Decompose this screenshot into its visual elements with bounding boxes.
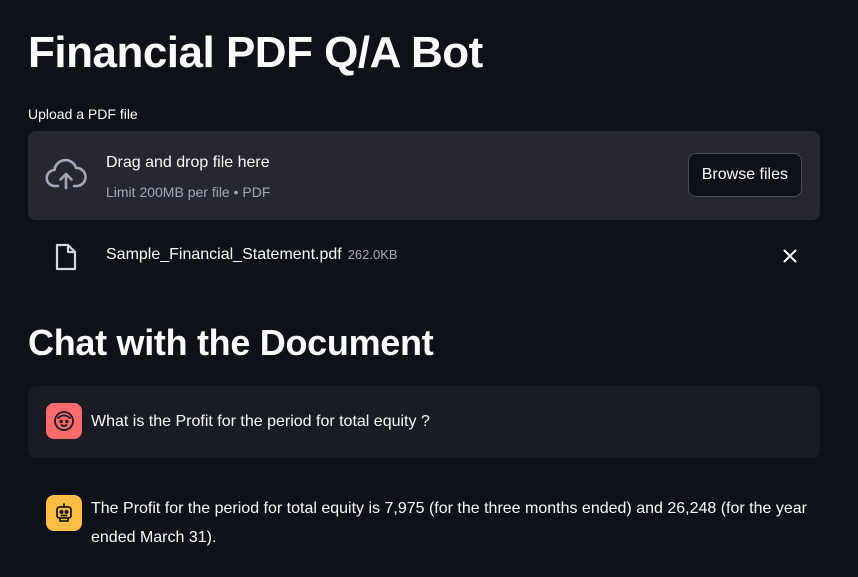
uploaded-file-meta: Sample_Financial_Statement.pdf 262.0KB bbox=[106, 244, 398, 266]
page-title: Financial PDF Q/A Bot bbox=[28, 28, 483, 77]
uploaded-file-name: Sample_Financial_Statement.pdf bbox=[106, 246, 342, 263]
dropzone-limit-text: Limit 200MB per file • PDF bbox=[106, 184, 271, 200]
chat-message-assistant: The Profit for the period for total equi… bbox=[28, 480, 820, 570]
cloud-upload-icon bbox=[45, 158, 87, 190]
chat-section-heading: Chat with the Document bbox=[28, 322, 434, 363]
chat-message-user: What is the Profit for the period for to… bbox=[28, 386, 820, 458]
chat-message-text: What is the Profit for the period for to… bbox=[91, 413, 430, 430]
close-icon[interactable] bbox=[778, 244, 802, 268]
user-avatar bbox=[46, 403, 82, 439]
uploaded-file-row: Sample_Financial_Statement.pdf 262.0KB bbox=[28, 236, 820, 276]
user-face-icon bbox=[54, 411, 74, 431]
browse-files-button[interactable]: Browse files bbox=[687, 153, 802, 197]
chat-message-text: The Profit for the period for total equi… bbox=[91, 500, 807, 546]
file-dropzone[interactable]: Drag and drop file here Limit 200MB per … bbox=[28, 131, 820, 220]
uploaded-file-size: 262.0KB bbox=[347, 247, 398, 262]
robot-icon bbox=[56, 503, 72, 522]
dropzone-instructions: Drag and drop file here bbox=[106, 154, 270, 171]
app-container: Financial PDF Q/A Bot Upload a PDF file … bbox=[0, 0, 858, 577]
upload-label: Upload a PDF file bbox=[28, 106, 138, 122]
assistant-avatar bbox=[46, 495, 82, 531]
file-icon bbox=[55, 243, 77, 271]
